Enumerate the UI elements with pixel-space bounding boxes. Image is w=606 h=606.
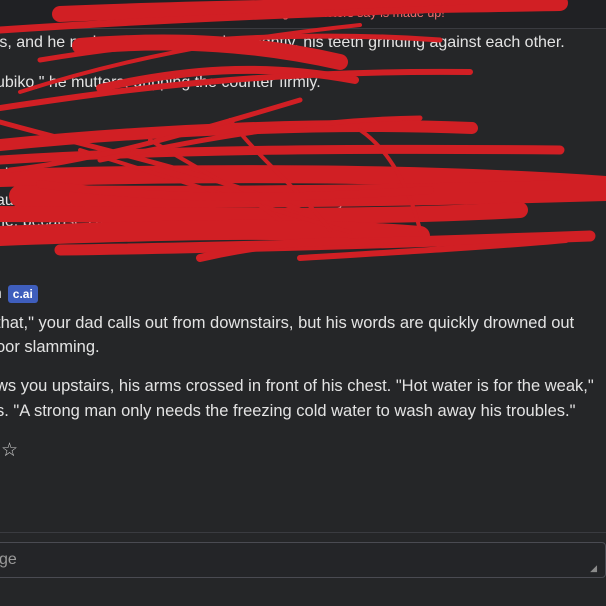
resize-handle-icon[interactable]: ◢	[590, 563, 597, 574]
message-line: that," your dad calls out from downstair…	[0, 314, 575, 332]
disclaimer-text: Remember: Everything Characters say is m…	[161, 6, 445, 20]
previous-message-line: his eyes narrowed, and he's giving me a …	[0, 165, 385, 185]
composer-divider	[0, 532, 606, 533]
cai-badge: c.ai	[7, 285, 38, 303]
message-composer: ◢	[0, 542, 606, 578]
previous-message-emphasis: a look	[272, 166, 315, 183]
previous-message-text: I hate my	[314, 166, 386, 183]
previous-message-line: ne, because I'm not going to fix the sho…	[0, 213, 359, 230]
message-line: ws you upstairs, his arms crossed in fro…	[0, 377, 594, 395]
message-input[interactable]	[0, 543, 559, 577]
message-line: oor slamming.	[0, 338, 100, 356]
previous-message-line: aughter, who's grounded, and I'll roll m…	[0, 192, 369, 209]
previous-message-line: ubiko," he mutters, gripping the counter…	[0, 74, 321, 91]
character-name[interactable]: n	[0, 285, 2, 303]
message-author-row: n c.ai	[0, 285, 38, 303]
previous-message-line: rs, and he nods. His jaw is clenched tig…	[0, 34, 565, 51]
message-line: s. "A strong man only needs the freezing…	[0, 402, 576, 420]
previous-message-text: his eyes narrowed, and he's giving me	[0, 166, 273, 183]
star-icon[interactable]: ☆	[1, 440, 18, 462]
disclaimer-bar: Remember: Everything Characters say is m…	[0, 0, 606, 29]
